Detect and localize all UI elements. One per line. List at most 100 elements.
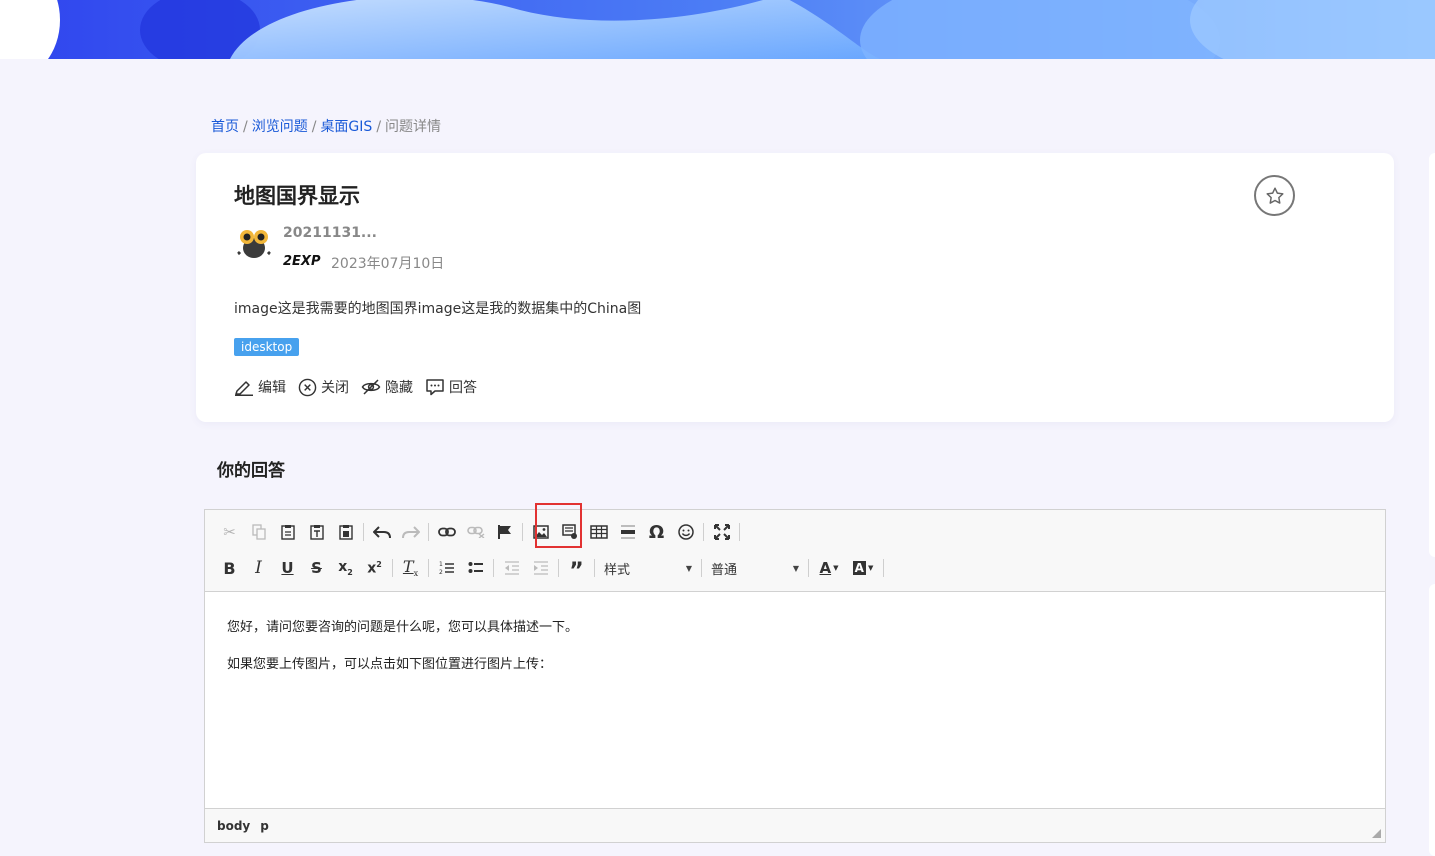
link-button[interactable] <box>432 519 461 545</box>
close-button[interactable]: 关闭 <box>298 377 349 397</box>
resize-handle[interactable] <box>1372 829 1381 838</box>
table-icon <box>589 525 608 539</box>
toolbar-separator <box>558 559 559 577</box>
strikethrough-icon: S <box>311 559 322 577</box>
maximize-button[interactable] <box>707 519 736 545</box>
chevron-down-icon: ▼ <box>833 564 839 572</box>
toolbar-separator <box>522 523 523 541</box>
italic-button[interactable]: I <box>244 555 273 581</box>
answer-button[interactable]: 回答 <box>425 377 477 397</box>
chevron-down-icon: ▼ <box>792 563 799 573</box>
numbered-list-button[interactable]: 12 <box>432 555 461 581</box>
author-name[interactable]: 20211131... <box>283 225 377 241</box>
question-title: 地图国界显示 <box>234 184 360 208</box>
redo-button[interactable] <box>396 519 425 545</box>
superscript-icon: x2 <box>367 559 382 577</box>
quote-icon: ” <box>569 559 584 584</box>
numbered-list-icon: 12 <box>439 561 454 576</box>
your-answer-heading: 你的回答 <box>217 461 285 481</box>
remove-format-icon: Tx <box>402 557 419 579</box>
breadcrumb-home[interactable]: 首页 <box>211 119 239 135</box>
unlink-icon <box>466 526 484 538</box>
close-circle-icon <box>298 378 317 396</box>
edit-label: 编辑 <box>258 380 286 396</box>
horizontal-rule-button[interactable] <box>613 519 642 545</box>
smiley-icon <box>677 524 694 540</box>
edit-button[interactable]: 编辑 <box>234 377 286 397</box>
breadcrumb-browse[interactable]: 浏览问题 <box>252 119 308 135</box>
underline-button[interactable]: U <box>273 555 302 581</box>
paste-text-icon <box>309 525 324 540</box>
star-icon <box>1265 186 1284 204</box>
header-banner <box>0 0 1435 59</box>
indent-icon <box>533 561 548 575</box>
user-avatar-icon <box>234 222 274 262</box>
bullet-list-button[interactable] <box>461 555 490 581</box>
hide-button[interactable]: 隐藏 <box>361 377 413 397</box>
toolbar-separator <box>594 559 595 577</box>
insert-image-button[interactable] <box>526 519 555 545</box>
comment-icon <box>426 379 444 396</box>
unlink-button[interactable] <box>461 519 490 545</box>
question-tag[interactable]: idesktop <box>234 338 300 356</box>
rich-text-editor: ✂ Ω B I U S x2 x2 Tx 1 2 ” 样式 ▼ 普通 ▼ A ▼… <box>204 503 1386 843</box>
chevron-down-icon: ▼ <box>685 563 692 573</box>
format-select[interactable]: 普通 ▼ <box>705 557 805 579</box>
outdent-icon <box>504 561 519 575</box>
italic-icon: I <box>255 558 262 578</box>
outdent-button[interactable] <box>497 555 526 581</box>
paste-text-button[interactable] <box>302 519 331 545</box>
content-paragraph: 如果您要上传图片，可以点击如下图位置进行图片上传： <box>227 657 553 672</box>
indent-button[interactable] <box>526 555 555 581</box>
breadcrumb-desktop-gis[interactable]: 桌面GIS <box>320 119 372 135</box>
breadcrumb-current: 问题详情 <box>385 119 442 135</box>
favorite-button[interactable] <box>1254 175 1295 216</box>
format-select-value: 普通 <box>711 562 738 578</box>
strikethrough-button[interactable]: S <box>302 555 331 581</box>
subscript-button[interactable]: x2 <box>331 555 360 581</box>
blockquote-button[interactable]: ” <box>562 555 591 584</box>
post-date: 2023年07月10日 <box>331 256 445 272</box>
paste-button[interactable] <box>273 519 302 545</box>
element-path-p[interactable]: p <box>260 819 269 833</box>
link-icon <box>437 527 456 537</box>
cut-button[interactable]: ✂ <box>215 519 244 545</box>
style-select[interactable]: 样式 ▼ <box>598 557 698 579</box>
element-path-body[interactable]: body <box>217 819 250 833</box>
svg-text:1: 1 <box>439 561 443 568</box>
toolbar-separator <box>701 559 702 577</box>
text-color-button[interactable]: A ▼ <box>812 555 846 581</box>
chevron-down-icon: ▼ <box>867 564 874 572</box>
insert-table-button[interactable] <box>584 519 613 545</box>
bold-button[interactable]: B <box>215 555 244 581</box>
paste-icon <box>280 525 295 540</box>
bullet-list-icon <box>468 562 483 573</box>
remove-format-button[interactable]: Tx <box>396 555 425 581</box>
paste-word-button[interactable] <box>331 519 360 545</box>
background-color-icon: A <box>852 561 866 575</box>
question-card: 地图国界显示 20211131... 2EXP 2023年07月10日 imag… <box>196 153 1394 422</box>
anchor-button[interactable] <box>490 519 519 545</box>
horizontal-rule-icon <box>620 525 635 539</box>
eye-off-icon <box>361 379 381 395</box>
undo-button[interactable] <box>367 519 396 545</box>
insert-flash-button[interactable] <box>555 519 584 545</box>
toolbar-separator <box>493 559 494 577</box>
toolbar-separator <box>392 559 393 577</box>
omega-icon: Ω <box>648 521 665 543</box>
question-body: image这是我需要的地图国界image这是我的数据集中的China图 <box>234 301 642 317</box>
special-char-button[interactable]: Ω <box>642 519 671 545</box>
superscript-button[interactable]: x2 <box>360 555 389 581</box>
editor-content[interactable]: 您好，请问您要咨询的问题是什么呢，您可以具体描述一下。 如果您要上传图片，可以点… <box>205 592 1385 810</box>
close-label: 关闭 <box>321 380 349 396</box>
smiley-button[interactable] <box>671 519 700 545</box>
content-paragraph: 您好，请问您要咨询的问题是什么呢，您可以具体描述一下。 <box>227 620 579 635</box>
style-select-value: 样式 <box>604 562 631 578</box>
toolbar-separator <box>703 523 704 541</box>
side-panel-edge <box>1429 153 1435 557</box>
avatar[interactable] <box>234 222 274 262</box>
toolbar-separator <box>363 523 364 541</box>
copy-button[interactable] <box>244 519 273 545</box>
editor-statusbar: body p <box>205 808 1385 842</box>
background-color-button[interactable]: A ▼ <box>846 555 880 581</box>
